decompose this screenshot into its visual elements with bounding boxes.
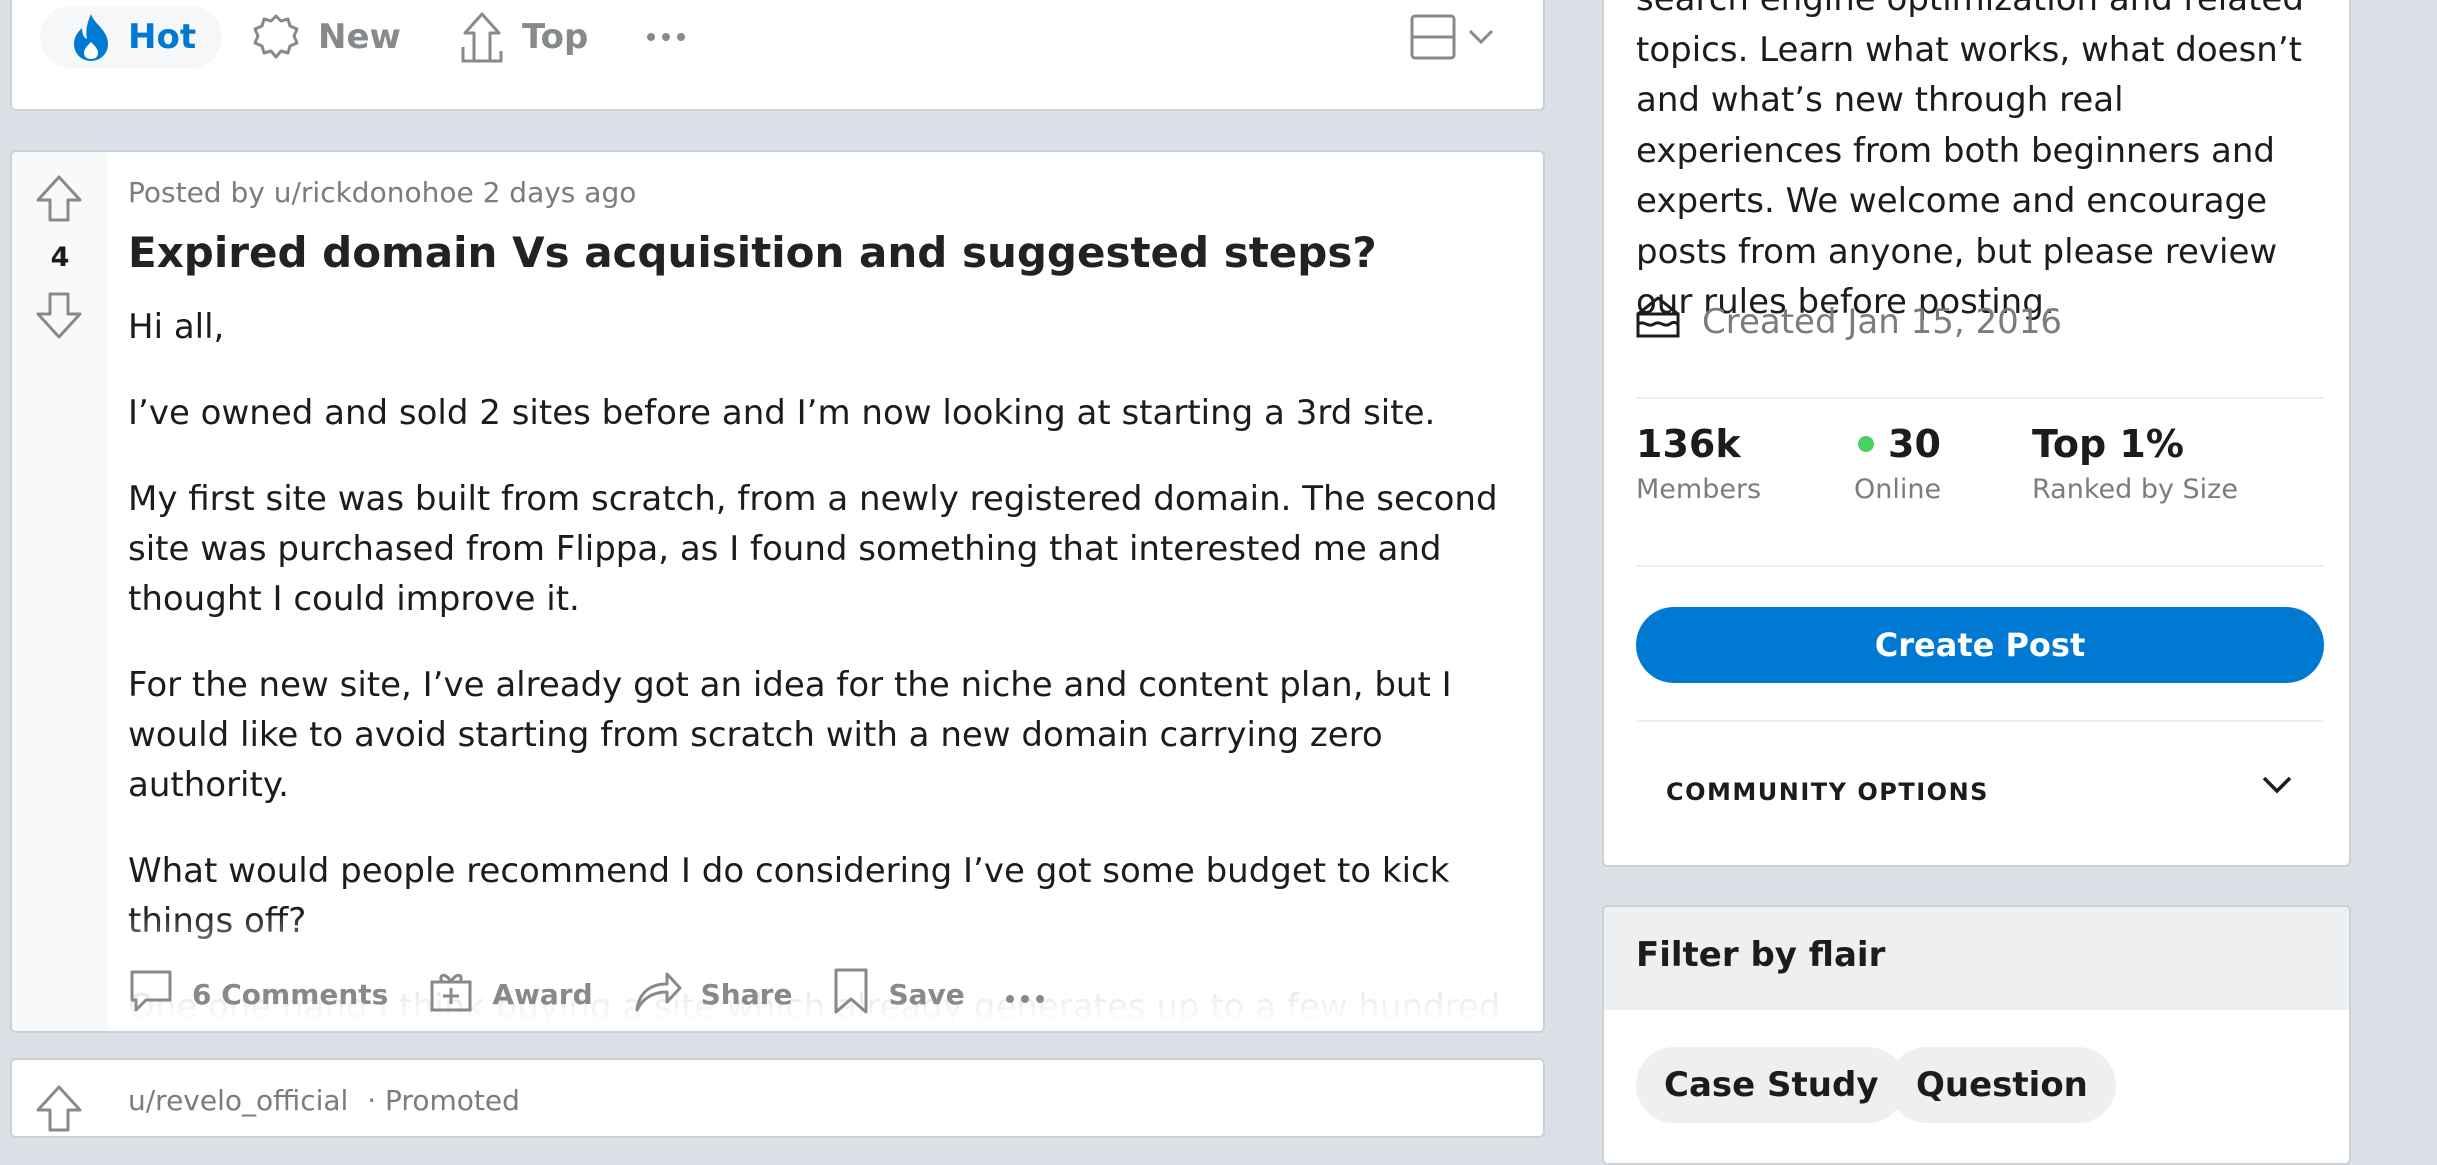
upvote-icon[interactable] — [34, 174, 84, 228]
gift-icon — [428, 968, 492, 1021]
save-label: Save — [888, 977, 965, 1011]
sort-new-button[interactable]: New — [252, 6, 401, 68]
rank-value: Top 1% — [2032, 422, 2184, 466]
share-button[interactable]: Share — [633, 968, 793, 1021]
community-description: search engine optimization and related t… — [1636, 0, 2304, 322]
promoted-user-link[interactable]: u/revelo_official — [128, 1084, 348, 1117]
top-chart-icon — [460, 11, 504, 63]
comment-icon — [128, 968, 192, 1021]
post-title[interactable]: Expired domain Vs acquisition and sugges… — [128, 228, 1377, 277]
members-count: 136k — [1636, 422, 1741, 466]
starburst-icon — [252, 13, 300, 61]
more-sort-options-button[interactable] — [646, 6, 686, 68]
promoted-meta: u/revelo_official · Promoted — [128, 1084, 520, 1117]
sort-bar: Hot New Top — [10, 0, 1545, 111]
post-card[interactable]: 4 Posted by u/rickdonohoe 2 days ago Exp… — [10, 150, 1545, 1033]
cake-icon — [1634, 294, 1702, 349]
card-layout-icon — [1410, 14, 1456, 60]
community-options-toggle[interactable]: COMMUNITY OPTIONS — [1636, 752, 2324, 832]
created-row: Created Jan 15, 2016 — [1634, 294, 2062, 349]
save-button[interactable]: Save — [832, 967, 965, 1022]
award-button[interactable]: Award — [428, 968, 593, 1021]
about-community-card: search engine optimization and related t… — [1602, 0, 2351, 867]
share-arrow-icon — [633, 968, 701, 1021]
post-paragraph: For the new site, I’ve already got an id… — [128, 665, 1452, 805]
post-actions: 6 Comments Award Share Save — [128, 960, 1103, 1028]
sort-hot-button[interactable]: Hot — [40, 6, 222, 68]
bookmark-icon — [832, 967, 888, 1022]
comments-button[interactable]: 6 Comments — [128, 968, 388, 1021]
rank-stat: Top 1% Ranked by Size — [2032, 422, 2238, 505]
members-stat: 136k Members — [1636, 422, 1761, 505]
award-label: Award — [492, 977, 593, 1011]
promoted-tag: · Promoted — [367, 1084, 520, 1117]
post-paragraph: My first site was built from scratch, fr… — [128, 479, 1498, 619]
sort-hot-label: Hot — [128, 17, 197, 57]
share-label: Share — [700, 977, 793, 1011]
ellipsis-icon — [1005, 978, 1063, 1011]
flame-icon — [68, 12, 114, 62]
vote-count: 4 — [50, 242, 70, 273]
promoted-post-card[interactable]: u/revelo_official · Promoted — [10, 1058, 1545, 1138]
create-post-button[interactable]: Create Post — [1636, 607, 2324, 683]
divider — [1636, 720, 2324, 722]
post-meta: Posted by u/rickdonohoe 2 days ago — [128, 176, 637, 209]
online-label: Online — [1854, 474, 1942, 505]
online-stat: 30 Online — [1854, 422, 1941, 505]
sort-new-label: New — [318, 17, 401, 57]
vote-column: 4 — [12, 152, 108, 1031]
view-layout-toggle[interactable] — [1410, 6, 1494, 68]
post-more-options-button[interactable] — [1005, 978, 1063, 1011]
rank-label: Ranked by Size — [2032, 474, 2238, 505]
post-paragraph: Hi all, — [128, 307, 225, 347]
chevron-down-icon — [2262, 776, 2292, 798]
downvote-icon[interactable] — [34, 290, 84, 344]
post-paragraph: What would people recommend I do conside… — [128, 851, 1450, 941]
post-body: Hi all, I’ve owned and sold 2 sites befo… — [128, 302, 1538, 1031]
flair-title: Filter by flair — [1636, 935, 1886, 975]
members-label: Members — [1636, 474, 1762, 505]
upvote-icon[interactable] — [34, 1084, 84, 1136]
comments-label: 6 Comments — [192, 977, 389, 1011]
flair-header: Filter by flair — [1604, 907, 2349, 1010]
online-dot-icon — [1858, 436, 1874, 452]
post-paragraph: I’ve owned and sold 2 sites before and I… — [128, 393, 1436, 433]
divider — [1636, 397, 2324, 399]
chevron-down-icon — [1468, 29, 1494, 45]
divider — [1636, 565, 2324, 567]
sort-top-button[interactable]: Top — [460, 6, 588, 68]
filter-by-flair-card: Filter by flair Case Study Question — [1602, 905, 2351, 1165]
ellipsis-icon — [646, 32, 686, 42]
created-date: Created Jan 15, 2016 — [1702, 301, 2062, 342]
sort-top-label: Top — [522, 17, 589, 57]
online-count: 30 — [1888, 422, 1941, 466]
community-options-label: COMMUNITY OPTIONS — [1666, 778, 1989, 806]
